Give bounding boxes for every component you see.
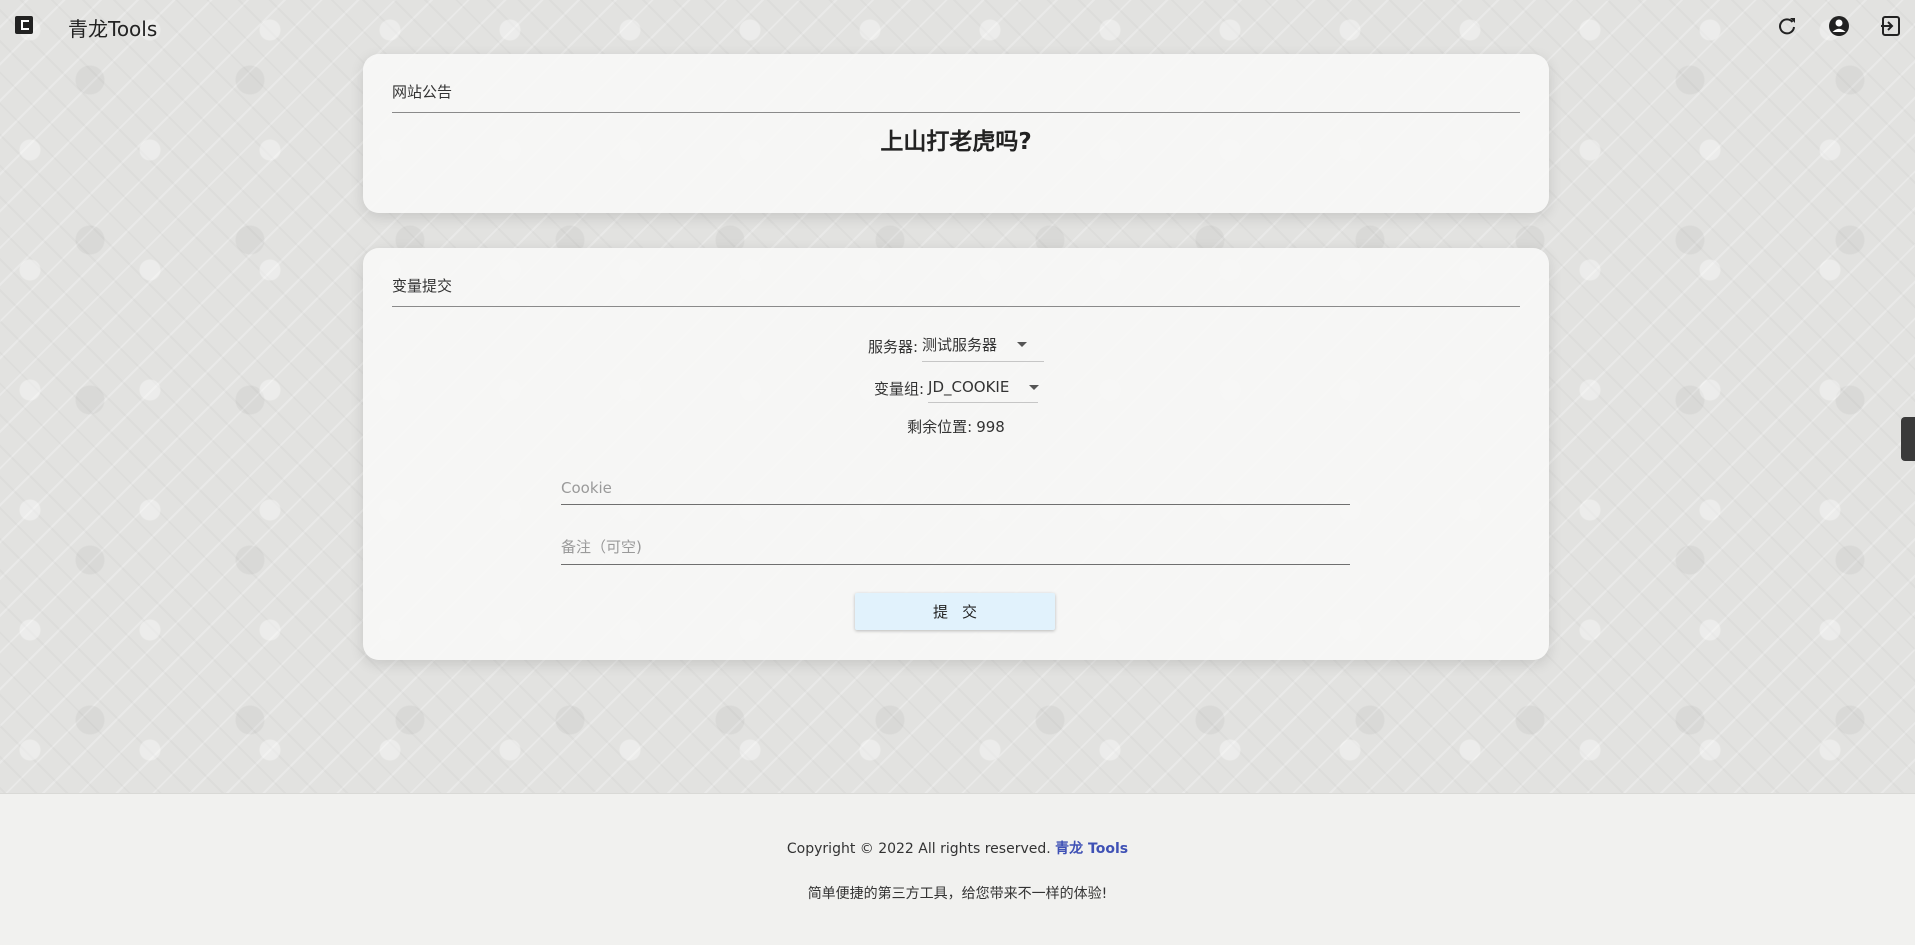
- server-label: 服务器:: [867, 337, 919, 356]
- group-row: 变量组: JD_COOKIE: [363, 374, 1549, 403]
- notice-card: 网站公告 上山打老虎吗?: [363, 54, 1549, 213]
- side-drawer-handle[interactable]: [1901, 417, 1915, 461]
- refresh-icon[interactable]: [1771, 12, 1803, 40]
- remaining-value: 998: [976, 417, 1005, 436]
- notice-card-header: 网站公告: [392, 81, 1520, 113]
- remaining-label: 剩余位置:: [907, 418, 973, 436]
- server-value: 测试服务器: [922, 336, 998, 354]
- cookie-placeholder: Cookie: [561, 479, 612, 497]
- footer-copyright-line: Copyright © 2022 All rights reserved. 青龙…: [0, 838, 1915, 858]
- group-value: JD_COOKIE: [928, 378, 1010, 396]
- submit-card-header: 变量提交: [392, 275, 1520, 307]
- brand-link[interactable]: 青龙 Tools: [1055, 841, 1128, 857]
- copyright-text: Copyright © 2022 All rights reserved.: [786, 841, 1051, 857]
- footer: Copyright © 2022 All rights reserved. 青龙…: [0, 793, 1915, 945]
- account-icon[interactable]: [1823, 12, 1855, 40]
- remaining-row: 剩余位置: 998: [363, 416, 1549, 437]
- menu-icon[interactable]: [14, 15, 34, 35]
- submit-button[interactable]: 提交: [855, 593, 1055, 630]
- group-select[interactable]: JD_COOKIE: [928, 374, 1040, 403]
- app-title: 青龙Tools: [68, 17, 158, 41]
- server-select[interactable]: 测试服务器: [922, 330, 1045, 362]
- cookie-input[interactable]: Cookie: [561, 471, 1350, 505]
- variable-submit-card: 变量提交 服务器: 测试服务器 变量组: JD_COOKIE 剩余位置: 998…: [363, 248, 1549, 660]
- chevron-down-icon: [1029, 384, 1040, 390]
- footer-slogan: 简单便捷的第三方工具，给您带来不一样的体验!: [807, 886, 1108, 902]
- top-bar: 青龙Tools: [0, 0, 1915, 52]
- notice-content: 上山打老虎吗?: [880, 129, 1032, 155]
- top-actions: [1771, 12, 1907, 40]
- remark-placeholder: 备注（可空): [561, 538, 642, 556]
- chevron-down-icon: [1017, 342, 1028, 347]
- group-label: 变量组:: [873, 380, 925, 398]
- server-row: 服务器: 测试服务器: [363, 330, 1549, 362]
- logout-icon[interactable]: [1875, 12, 1907, 40]
- remark-input[interactable]: 备注（可空): [561, 531, 1350, 565]
